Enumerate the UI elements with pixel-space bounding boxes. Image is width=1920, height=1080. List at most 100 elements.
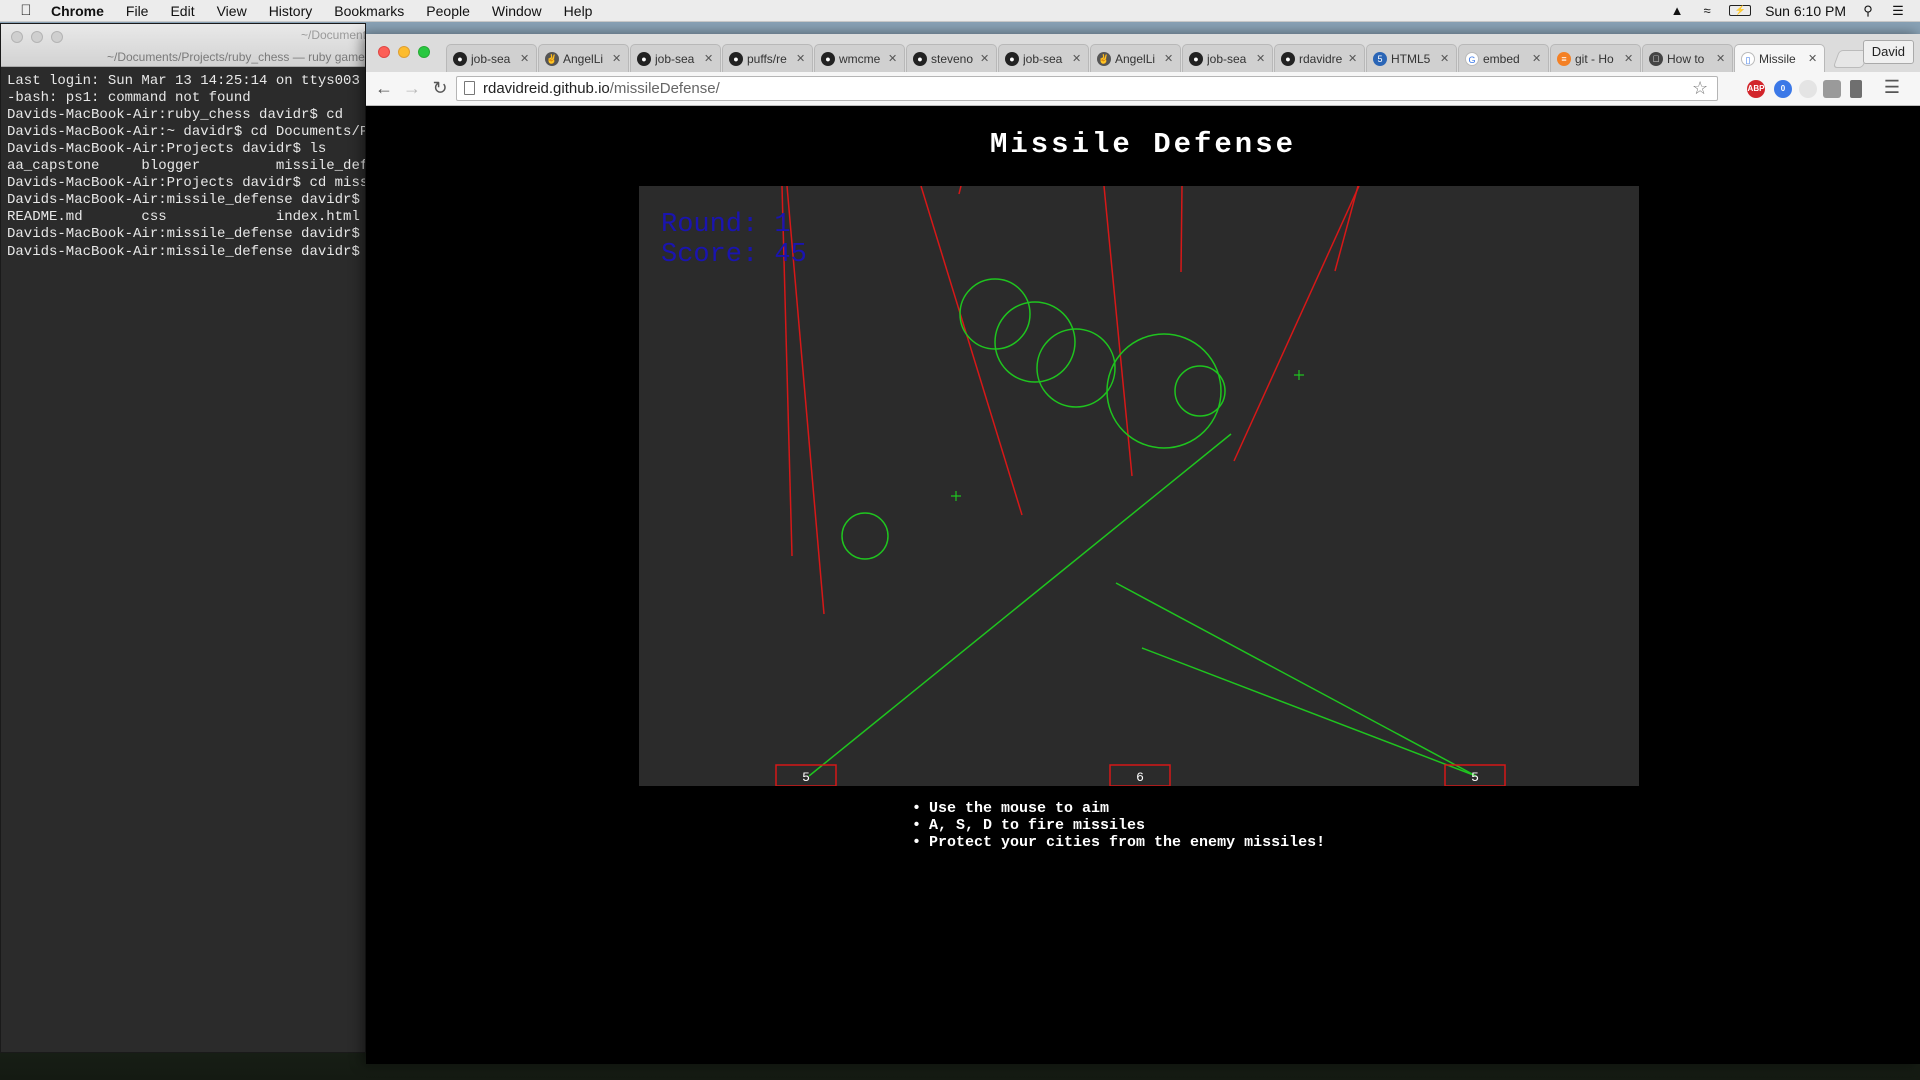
tab-6[interactable]: ● steveno ✕ xyxy=(906,44,997,72)
tab-close-icon[interactable]: ✕ xyxy=(520,52,530,65)
tab-4[interactable]: ● puffs/re ✕ xyxy=(722,44,813,72)
missile-bases: 5 6 5 xyxy=(775,764,1506,786)
wifi-icon[interactable]: ≈ xyxy=(1699,3,1715,18)
url-path: /missileDefense/ xyxy=(609,80,720,97)
explosion-ring xyxy=(994,301,1076,383)
terminal-titlebar[interactable]: ~/Documents/Projects/missile_defense — b… xyxy=(1,24,365,67)
forward-arrow-icon[interactable]: → xyxy=(398,78,426,99)
back-arrow-icon[interactable]: ← xyxy=(370,78,398,99)
menu-help[interactable]: Help xyxy=(553,3,604,19)
menu-bar:  Chrome File Edit View History Bookmark… xyxy=(0,0,1920,22)
tab-11[interactable]: 5 HTML5 ✕ xyxy=(1366,44,1457,72)
address-bar[interactable]: rdavidreid.github.io/missileDefense/ xyxy=(456,76,1718,101)
bookmark-star-icon[interactable]: ☆ xyxy=(1692,78,1708,99)
adblock-plus-icon[interactable]: ABP xyxy=(1747,80,1765,98)
crosshair-target xyxy=(951,491,961,501)
github-icon: ● xyxy=(453,51,467,66)
terminal-close-button[interactable] xyxy=(11,31,23,43)
menu-view[interactable]: View xyxy=(206,3,258,19)
tab-3[interactable]: ● job-sea ✕ xyxy=(630,44,721,72)
tab-close-icon[interactable]: ✕ xyxy=(1440,52,1450,65)
spotlight-search-icon[interactable]: ⚲ xyxy=(1860,3,1876,18)
menu-people[interactable]: People xyxy=(415,3,481,19)
window-close-button[interactable] xyxy=(378,46,390,58)
tab-close-icon[interactable]: ✕ xyxy=(888,52,898,65)
game-canvas[interactable]: 5 6 5 Round: 1 Score: 45 xyxy=(639,186,1639,786)
terminal-zoom-button[interactable] xyxy=(51,31,63,43)
menu-file[interactable]: File xyxy=(115,3,160,19)
window-zoom-button[interactable] xyxy=(418,46,430,58)
apple-menu-icon[interactable]:  xyxy=(12,2,40,19)
tab-label: Missile xyxy=(1759,51,1796,66)
tab-close-icon[interactable]: ✕ xyxy=(980,52,990,65)
github-icon: ● xyxy=(1005,51,1019,66)
extension-badge-icon[interactable]: 0 xyxy=(1774,80,1792,98)
google-icon: G xyxy=(1465,51,1479,66)
tab-8[interactable]: ✌ AngelLi ✕ xyxy=(1090,44,1181,72)
tab-close-icon[interactable]: ✕ xyxy=(1808,52,1818,65)
chrome-menu-icon[interactable]: ☰ xyxy=(1878,77,1906,98)
terminal-window: ~/Documents/Projects/missile_defense — b… xyxy=(0,23,366,1053)
chrome-window: ● job-sea ✕ ✌ AngelLi ✕ ● job-sea ✕ ● puffs/re ✕ ● wm… xyxy=(366,34,1920,1064)
tab-2[interactable]: ✌ AngelLi ✕ xyxy=(538,44,629,72)
tab-close-icon[interactable]: ✕ xyxy=(1624,52,1634,65)
tab-close-icon[interactable]: ✕ xyxy=(612,52,622,65)
tab-10[interactable]: ● rdavidre ✕ xyxy=(1274,44,1365,72)
tab-15[interactable]: ▯ Missile ✕ xyxy=(1734,44,1825,72)
tab-close-icon[interactable]: ✕ xyxy=(1532,52,1542,65)
menu-window[interactable]: Window xyxy=(481,3,553,19)
score-counter: Score: 45 xyxy=(661,240,807,270)
tab-close-icon[interactable]: ✕ xyxy=(1072,52,1082,65)
menu-history[interactable]: History xyxy=(258,3,324,19)
angellist-icon: ✌ xyxy=(1097,51,1111,66)
terminal-background-title: ~/Documents/Projects/missile_defense — b… xyxy=(301,28,366,42)
tab-7[interactable]: ● job-sea ✕ xyxy=(998,44,1089,72)
tab-9[interactable]: ● job-sea ✕ xyxy=(1182,44,1273,72)
github-icon: ● xyxy=(1189,51,1203,66)
extension-icon[interactable] xyxy=(1850,80,1862,98)
tab-5[interactable]: ● wmcme ✕ xyxy=(814,44,905,72)
menu-edit[interactable]: Edit xyxy=(159,3,205,19)
tab-1[interactable]: ● job-sea ✕ xyxy=(446,44,537,72)
game-field[interactable]: 5 6 5 xyxy=(639,186,1639,786)
menu-bookmarks[interactable]: Bookmarks xyxy=(323,3,415,19)
tab-close-icon[interactable]: ✕ xyxy=(1348,52,1358,65)
player-missile-trail xyxy=(1141,647,1477,777)
extension-icon[interactable] xyxy=(1823,80,1841,98)
battery-icon[interactable]: ⚡ xyxy=(1729,5,1752,16)
tab-14[interactable]:  How to ✕ xyxy=(1642,44,1733,72)
tab-12[interactable]: Gembed ✕ xyxy=(1458,44,1549,72)
evernote-icon[interactable]: ▲ xyxy=(1669,3,1685,18)
terminal-output[interactable]: Last login: Sun Mar 13 14:25:14 on ttys0… xyxy=(1,67,365,267)
tab-13[interactable]: ≡ git - Ho ✕ xyxy=(1550,44,1641,72)
instructions-list: Use the mouse to aim A, S, D to fire mis… xyxy=(912,800,1325,851)
github-icon: ● xyxy=(637,51,651,66)
page-info-icon[interactable] xyxy=(464,81,475,95)
tab-label: embed xyxy=(1483,51,1520,66)
enemy-missile-trail xyxy=(920,186,1023,516)
tab-close-icon[interactable]: ✕ xyxy=(1164,52,1174,65)
menu-app-chrome[interactable]: Chrome xyxy=(40,3,115,19)
notification-center-icon[interactable]: ☰ xyxy=(1890,3,1906,18)
terminal-line: Davids-MacBook-Air:~ davidr$ cd Document… xyxy=(7,124,366,140)
player-missile-trail xyxy=(1115,582,1477,777)
crosshair-target xyxy=(1294,370,1304,380)
extension-icon[interactable] xyxy=(1799,80,1817,98)
reload-icon[interactable]: ↻ xyxy=(426,78,454,99)
clock[interactable]: Sun 6:10 PM xyxy=(1765,3,1846,19)
tab-close-icon[interactable]: ✕ xyxy=(704,52,714,65)
tab-close-icon[interactable]: ✕ xyxy=(796,52,806,65)
tab-label: AngelLi xyxy=(563,51,604,66)
html5-icon: 5 xyxy=(1373,51,1387,66)
terminal-minimize-button[interactable] xyxy=(31,31,43,43)
round-counter: Round: 1 xyxy=(661,210,791,240)
tab-close-icon[interactable]: ✕ xyxy=(1256,52,1266,65)
profile-button[interactable]: David xyxy=(1862,40,1914,64)
tab-close-icon[interactable]: ✕ xyxy=(1716,52,1726,65)
tab-label: job-sea xyxy=(655,51,695,66)
terminal-line: Davids-MacBook-Air:missile_defense david… xyxy=(7,226,366,242)
terminal-line: Davids-MacBook-Air:ruby_chess davidr$ cd xyxy=(7,107,344,123)
window-minimize-button[interactable] xyxy=(398,46,410,58)
explosion-ring xyxy=(1174,365,1226,417)
terminal-line: Davids-MacBook-Air:Projects davidr$ cd m… xyxy=(7,175,366,191)
